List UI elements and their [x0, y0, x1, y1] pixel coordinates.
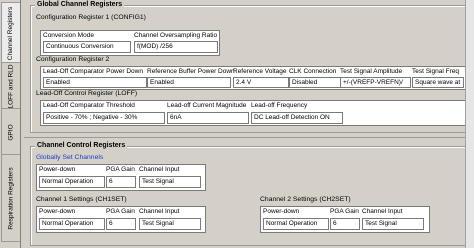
leadoff-threshold-label: Lead-Off Comparator Threshold	[43, 102, 135, 109]
clk-connection-label: CLK Connection	[289, 68, 337, 75]
vertical-tab-strip: Channel Registers LOFF and RLD GPIO Resp…	[0, 0, 21, 248]
ch1-channel-input-label: Channel Input	[139, 208, 180, 215]
ch2-title: Channel 2 Settings (CH2SET)	[260, 196, 351, 203]
global-pga-gain-field[interactable]: 6	[106, 176, 136, 188]
reference-buffer-pd-label: Reference Buffer Power Down	[147, 68, 235, 75]
leadoff-frequency-label: Lead-off Frequency	[251, 102, 308, 109]
tab-label: GPIO	[7, 123, 15, 141]
clk-connection-field[interactable]: Disabled	[289, 77, 341, 88]
global-powerdown-field[interactable]: Normal Operation	[39, 176, 105, 188]
test-signal-amplitude-label: Test Signal Amplitude	[340, 68, 403, 75]
ch1-pga-gain-field[interactable]: 6	[106, 218, 136, 230]
ch2-pga-gain-label: PGA Gain	[330, 208, 359, 215]
leadoff-frequency-field[interactable]: DC Lead-off Detection ON	[251, 112, 343, 124]
tab-gpio[interactable]: GPIO	[1, 108, 20, 156]
tab-label: Channel Registers	[7, 6, 15, 60]
conversion-mode-field[interactable]: Continuous Conversion	[43, 41, 131, 53]
global-channel-input-field[interactable]: Test Signal	[139, 176, 201, 188]
tab-respiration-registers[interactable]: Respiration Registers	[1, 154, 20, 242]
loff-title: Lead-Off Control Register (LOFF)	[36, 90, 138, 97]
section-divider	[24, 137, 466, 138]
ch1-title: Channel 1 Settings (CH1SET)	[36, 196, 127, 203]
ch1-pga-gain-label: PGA Gain	[106, 208, 135, 215]
leadoff-current-field[interactable]: 6nA	[167, 112, 249, 124]
tab-loff-and-rld[interactable]: LOFF and RLD	[1, 62, 20, 110]
channel-registers-panel: Global Channel Registers Configuration R…	[22, 0, 474, 248]
leadoff-threshold-field[interactable]: Positive - 70% ; Negative - 30%	[43, 112, 165, 124]
ch2-channel-input-field[interactable]: Test Signal	[362, 218, 424, 230]
test-signal-freq-field[interactable]: Square wave at	[412, 77, 464, 88]
config1-title: Configuration Register 1 (CONFIG1)	[36, 14, 146, 21]
ch2-powerdown-label: Power-down	[263, 208, 300, 215]
global-channel-input-label: Channel Input	[139, 166, 180, 173]
reference-voltage-field[interactable]: 2.4 V	[233, 77, 289, 88]
tab-channel-registers[interactable]: Channel Registers	[1, 2, 20, 64]
global-pga-gain-label: PGA Gain	[106, 166, 135, 173]
ch2-powerdown-field[interactable]: Normal Operation	[263, 218, 329, 230]
ch2-channel-input-label: Channel Input	[362, 208, 403, 215]
reference-buffer-pd-field[interactable]: Enabled	[147, 77, 231, 88]
leadoff-current-label: Lead-off Current Magnitude	[167, 102, 247, 109]
test-signal-freq-label: Test Signal Freq	[412, 68, 459, 75]
leadoff-comparator-pd-field[interactable]: Enabled	[43, 77, 147, 88]
oversampling-ratio-field[interactable]: f(MOD) /256	[134, 41, 218, 53]
ch1-channel-input-field[interactable]: Test Signal	[139, 218, 201, 230]
oversampling-ratio-label: Channel Oversampling Ratio	[134, 32, 218, 39]
vertical-scrollbar[interactable]	[465, 0, 474, 248]
global-powerdown-label: Power-down	[39, 166, 76, 173]
channel-control-registers-title: Channel Control Registers	[35, 142, 128, 149]
config2-title: Configuration Register 2	[36, 56, 110, 63]
test-signal-amplitude-field[interactable]: +/-(VREFP-VREFN)/	[340, 77, 411, 88]
tab-label: LOFF and RLD	[7, 63, 15, 109]
conversion-mode-label: Conversion Mode	[43, 32, 94, 39]
reference-voltage-label: Reference Voltage	[233, 68, 287, 75]
global-channel-registers-title: Global Channel Registers	[35, 1, 125, 8]
ch1-powerdown-label: Power-down	[39, 208, 76, 215]
ch2-pga-gain-field[interactable]: 6	[330, 218, 360, 230]
globally-set-channels-link[interactable]: Globally Set Channels	[36, 154, 103, 161]
ch1-powerdown-field[interactable]: Normal Operation	[39, 218, 105, 230]
tab-label: Respiration Registers	[7, 166, 15, 230]
leadoff-comparator-pd-label: Lead-Off Comparator Power Down	[43, 68, 143, 75]
